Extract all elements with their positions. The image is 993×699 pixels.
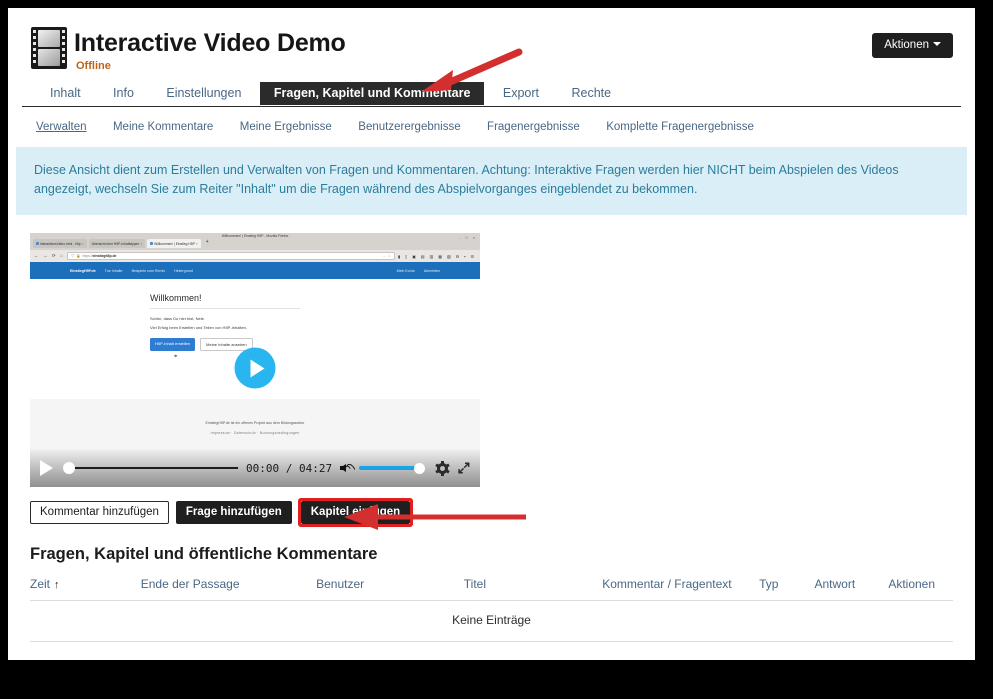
add-question-button[interactable]: Frage hinzufügen: [175, 500, 292, 524]
actions-dropdown-button[interactable]: Aktionen: [872, 33, 953, 58]
table-head: Zeit ↑ Ende der Passage Benutzer Titel Ko…: [30, 574, 953, 601]
entries-table-section: Fragen, Kapitel und öffentliche Kommenta…: [30, 545, 953, 642]
thumbnail-primary-button: H5P-Inhalt erstellen: [150, 337, 196, 351]
subtab-meine-kommentare[interactable]: Meine Kommentare: [113, 121, 213, 133]
status-badge: Offline: [76, 60, 111, 72]
table-empty-row: Keine Einträge: [30, 600, 953, 642]
page-header: Interactive Video Demo Offline Aktionen: [8, 8, 975, 82]
entries-table: Zeit ↑ Ende der Passage Benutzer Titel Ko…: [30, 574, 953, 642]
sort-ascending-icon: ↑: [54, 579, 60, 591]
tab-inhalt[interactable]: Inhalt: [36, 82, 95, 105]
thumbnail-footer-line1: EinstiegH5P.de ist ein offenes Projekt a…: [205, 421, 305, 425]
thumbnail-page-heading: Willkommen!: [150, 293, 202, 303]
column-header-ende-der-passage[interactable]: Ende der Passage: [140, 574, 317, 601]
thumbnail-new-tab-button: +: [205, 239, 209, 245]
subtab-meine-ergebnisse[interactable]: Meine Ergebnisse: [240, 121, 332, 133]
column-header-zeit[interactable]: Zeit ↑: [30, 574, 141, 601]
volume-icon[interactable]: [340, 461, 357, 475]
gear-icon[interactable]: [435, 460, 450, 476]
chevron-down-icon: [933, 42, 941, 46]
thumbnail-footer-line2: Impressum · Datenschutz · Nutzungsbeding…: [210, 431, 300, 435]
empty-message: Keine Einträge: [30, 600, 953, 642]
divider: [150, 308, 300, 309]
player-controls: 00:00 / 04:27: [30, 449, 480, 487]
thumbnail-window-titlebar: Willkommen! | Einstieg H5P - Mozilla Fir…: [30, 233, 480, 250]
volume-slider[interactable]: [359, 462, 426, 474]
tab-info[interactable]: Info: [99, 82, 148, 105]
fullscreen-icon[interactable]: [458, 460, 470, 476]
tab-einstellungen[interactable]: Einstellungen: [152, 82, 255, 105]
lock-icon: 🔒: [76, 254, 81, 258]
action-button-row: Kommentar hinzufügen Frage hinzufügen Ka…: [30, 497, 975, 527]
mouse-cursor-icon: ⌖: [174, 353, 178, 360]
thumbnail-page-line2: Viel Erfolg beim Erstellen und Teilen vo…: [150, 324, 248, 330]
shield-icon: ⛉: [71, 254, 74, 258]
thumbnail-window-title: Willkommen! | Einstieg H5P - Mozilla Fir…: [221, 234, 289, 238]
column-header-typ[interactable]: Typ: [759, 574, 815, 601]
play-overlay-button[interactable]: [234, 347, 276, 389]
thumbnail-page-line1: Schön, dass Du hier bist, Nele.: [150, 315, 205, 321]
thumbnail-browser-tab: Übersicht über H5P-Inhaltstypen ×: [88, 239, 146, 248]
time-display: 00:00 / 04:27: [246, 461, 333, 475]
table-body: Keine Einträge: [30, 600, 953, 642]
video-player[interactable]: Willkommen! | Einstieg H5P - Mozilla Fir…: [30, 233, 480, 487]
highlight-box-kapitel: Kapitel einfügen: [297, 497, 414, 527]
thumbnail-site-nav: EinstiegH5P.de Tue Inhalte Beispiele zum…: [30, 262, 480, 279]
film-strip-icon: [31, 27, 67, 69]
main-tab-bar: Inhalt Info Einstellungen Fragen, Kapite…: [22, 82, 961, 107]
reader-icon: …: [382, 254, 386, 258]
play-button[interactable]: [40, 460, 53, 476]
column-header-antwort[interactable]: Antwort: [814, 574, 889, 601]
column-header-kommentar-fragentext[interactable]: Kommentar / Fragentext: [602, 574, 760, 601]
seek-slider[interactable]: [63, 461, 238, 475]
tab-rechte[interactable]: Rechte: [557, 82, 625, 105]
subtab-fragenergebnisse[interactable]: Fragenergebnisse: [487, 121, 580, 133]
back-forward-reload-icons: ← → ⟳ ⌂: [34, 253, 65, 258]
thumbnail-url-text: https://einstiegh5p.de: [82, 254, 117, 258]
title-block: Interactive Video Demo Offline: [74, 26, 975, 72]
star-icon: ☆: [387, 254, 391, 258]
close-icon: ×: [81, 241, 84, 246]
screenshot-root: Interactive Video Demo Offline Aktionen …: [0, 0, 993, 699]
toolbar-extension-icons: ▮ ▯ ▣ ▤ ▥ ▦ ▧ ⚙ ▪ ☰: [397, 253, 476, 259]
thumbnail-navigation-bar: ← → ⟳ ⌂ ⛉ 🔒 https://einstiegh5p.de … ☆ ▮…: [30, 250, 480, 262]
thumbnail-secondary-button: Meine Inhalte ansehen: [200, 337, 253, 351]
tab-export[interactable]: Export: [489, 82, 553, 105]
thumbnail-page-buttons: H5P-Inhalt erstellen Meine Inhalte anseh…: [150, 337, 480, 351]
tab-fragen-kapitel-kommentare[interactable]: Fragen, Kapitel und Kommentare: [259, 82, 485, 105]
actions-dropdown-label: Aktionen: [884, 39, 929, 51]
column-header-titel[interactable]: Titel: [463, 574, 603, 601]
content-card: Interactive Video Demo Offline Aktionen …: [8, 8, 975, 660]
thumbnail-browser-tab: interaktivesVideo.html - h5p ×: [33, 239, 87, 248]
favicon-icon: [36, 242, 39, 245]
add-comment-button[interactable]: Kommentar hinzufügen: [30, 500, 169, 524]
thumbnail-browser-tab: Willkommen! | Einstieg H5P ×: [147, 239, 201, 248]
seek-track: [63, 467, 238, 469]
subtab-komplette-fragenergebnisse[interactable]: Komplette Fragenergebnisse: [606, 121, 754, 133]
thumbnail-page-footer: EinstiegH5P.de ist ein offenes Projekt a…: [30, 399, 480, 456]
play-icon: [250, 359, 264, 377]
thumbnail-window-controls: - □ ×: [458, 235, 477, 240]
page-title: Interactive Video Demo: [74, 29, 346, 57]
thumbnail-url-bar: ⛉ 🔒 https://einstiegh5p.de … ☆: [67, 252, 395, 260]
close-icon: ×: [140, 241, 143, 246]
sub-tab-bar: Verwalten Meine Kommentare Meine Ergebni…: [8, 107, 975, 139]
table-title: Fragen, Kapitel und öffentliche Kommenta…: [30, 545, 378, 563]
column-header-benutzer[interactable]: Benutzer: [316, 574, 464, 601]
favicon-icon: [150, 242, 154, 245]
subtab-verwalten[interactable]: Verwalten: [36, 121, 87, 133]
thumbnail-browser-tabs: interaktivesVideo.html - h5p × Übersicht…: [33, 239, 212, 248]
subtab-benutzerergebnisse[interactable]: Benutzerergebnisse: [358, 121, 460, 133]
close-icon: ×: [195, 241, 198, 246]
seek-handle[interactable]: [63, 462, 75, 474]
volume-handle[interactable]: [414, 462, 426, 474]
info-banner: Diese Ansicht dient zum Erstellen und Ve…: [16, 147, 967, 215]
add-chapter-button[interactable]: Kapitel einfügen: [300, 500, 411, 524]
column-header-aktionen[interactable]: Aktionen: [888, 574, 953, 601]
table-header-row: Zeit ↑ Ende der Passage Benutzer Titel Ko…: [30, 574, 953, 601]
